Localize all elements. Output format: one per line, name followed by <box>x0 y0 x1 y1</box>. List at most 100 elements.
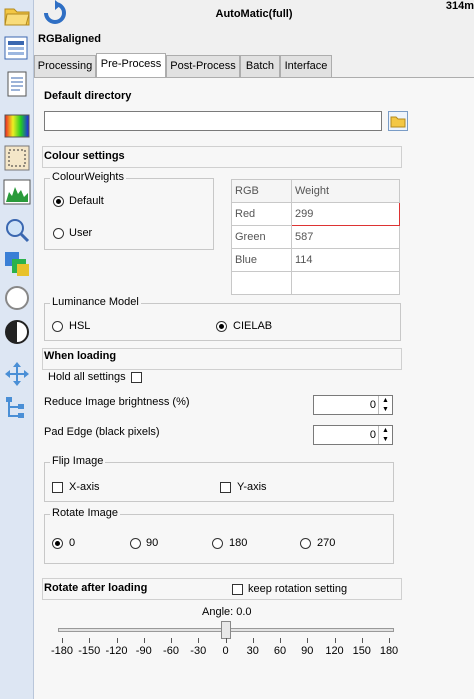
slider-tick-label: 30 <box>246 645 259 657</box>
pad-edge-stepper[interactable]: 0 ▲ ▼ <box>313 425 393 445</box>
hold-all-settings-label: Hold all settings <box>48 371 126 383</box>
spin-down-icon[interactable]: ▼ <box>379 435 392 444</box>
weights-default-label: Default <box>69 195 104 207</box>
left-toolbar <box>0 0 34 699</box>
colour-weights-label: ColourWeights <box>50 171 126 183</box>
slider-tick <box>280 638 281 643</box>
slider-tick <box>198 638 200 643</box>
circle-icon[interactable] <box>3 284 31 312</box>
window-title-right: 314m <box>445 0 474 12</box>
hold-all-settings-checkbox[interactable] <box>131 372 142 383</box>
select-rectangle-icon[interactable] <box>3 144 31 172</box>
color-gradient-icon[interactable] <box>3 112 31 140</box>
slider-tick-label: 150 <box>352 645 371 657</box>
luminance-cielab-radio[interactable] <box>216 321 227 332</box>
table-cell-weight[interactable]: 587 <box>291 225 400 249</box>
rotate-180-radio[interactable] <box>212 538 223 549</box>
spin-down-icon[interactable]: ▼ <box>379 405 392 414</box>
table-row: Blue 114 <box>231 248 400 272</box>
slider-tick-label: -180 <box>50 645 74 657</box>
folder-open-icon[interactable] <box>3 2 31 30</box>
rotate-90-radio[interactable] <box>130 538 141 549</box>
angle-label: Angle: 0.0 <box>202 606 252 618</box>
tab-processing[interactable]: Processing <box>34 55 96 77</box>
rotate-270-label: 270 <box>317 537 336 549</box>
slider-tick <box>171 638 172 643</box>
slider-tick-label: 120 <box>325 645 344 657</box>
default-directory-heading: Default directory <box>44 90 132 102</box>
table-cell-weight[interactable]: 114 <box>291 248 400 272</box>
slider-tick-label: 0 <box>222 645 229 657</box>
flip-y-checkbox[interactable] <box>220 482 231 493</box>
slider-tick <box>307 638 309 643</box>
keep-rotation-label: keep rotation setting <box>248 583 348 595</box>
flip-x-checkbox[interactable] <box>52 482 63 493</box>
browse-folder-button[interactable] <box>388 111 408 131</box>
slider-tick <box>252 638 254 643</box>
when-loading-heading: When loading <box>44 350 117 362</box>
slider-tick <box>62 638 63 643</box>
rotate-image-label: Rotate Image <box>50 507 121 519</box>
move-arrows-icon[interactable] <box>3 360 31 388</box>
tab-post-process[interactable]: Post-Process <box>166 55 240 77</box>
rotate-0-radio[interactable] <box>52 538 63 549</box>
pad-edge-label: Pad Edge (black pixels) <box>44 426 160 438</box>
folder-icon <box>390 116 406 128</box>
zoom-icon[interactable] <box>3 216 31 244</box>
spin-up-icon[interactable]: ▲ <box>379 426 392 435</box>
slider-tick <box>389 638 390 643</box>
rgb-weights-table: RGB Weight Red 299 Green 587 Blue 114 <box>231 179 400 295</box>
title-bar: AutoMatic(full) 314m <box>34 0 474 30</box>
table-header-rgb: RGB <box>231 179 292 203</box>
luminance-hsl-label: HSL <box>69 320 91 332</box>
table-header-weight: Weight <box>291 179 400 203</box>
rotate-90-label: 90 <box>146 537 159 549</box>
window-title: AutoMatic(full) <box>215 8 293 20</box>
rotate-0-label: 0 <box>69 537 76 549</box>
flip-y-label: Y-axis <box>237 481 267 493</box>
slider-tick <box>89 638 91 643</box>
flip-image-label: Flip Image <box>50 455 106 467</box>
reduce-brightness-value: 0 <box>369 399 376 411</box>
tree-icon[interactable] <box>3 394 31 422</box>
slider-tick <box>225 638 227 643</box>
slider-tick <box>116 638 118 643</box>
luminance-model-label: Luminance Model <box>50 296 141 308</box>
spin-up-icon[interactable]: ▲ <box>379 396 392 405</box>
colour-settings-heading: Colour settings <box>44 150 125 162</box>
table-cell-weight[interactable]: 299 <box>291 202 400 226</box>
tab-interface[interactable]: Interface <box>280 55 332 77</box>
weights-user-label: User <box>69 227 93 239</box>
pad-edge-value: 0 <box>369 429 376 441</box>
slider-tick-label: -30 <box>190 645 207 657</box>
slider-tick-label: 90 <box>301 645 314 657</box>
reduce-brightness-stepper[interactable]: 0 ▲ ▼ <box>313 395 393 415</box>
colour-weights-group <box>44 178 214 250</box>
reduce-brightness-label: Reduce Image brightness (%) <box>44 396 190 408</box>
contrast-icon[interactable] <box>3 318 31 346</box>
weights-default-radio[interactable] <box>53 196 64 207</box>
weights-user-radio[interactable] <box>53 228 64 239</box>
angle-slider-thumb[interactable] <box>220 621 231 639</box>
table-cell-channel: Green <box>231 225 292 249</box>
default-directory-input[interactable] <box>44 111 382 131</box>
tab-pre-process[interactable]: Pre-Process <box>96 53 166 77</box>
luminance-hsl-radio[interactable] <box>52 321 63 332</box>
color-layers-icon[interactable] <box>3 250 31 278</box>
slider-tick-label: -120 <box>105 645 128 657</box>
table-row: Green 587 <box>231 225 400 249</box>
slider-tick-label: -90 <box>135 645 152 657</box>
table-cell-channel: Blue <box>231 248 292 272</box>
rotate-after-loading-heading: Rotate after loading <box>44 582 148 594</box>
histogram-icon[interactable] <box>3 178 31 206</box>
slider-tick <box>143 638 145 643</box>
slider-tick-label: 60 <box>273 645 287 657</box>
rotate-180-label: 180 <box>229 537 248 549</box>
document-icon[interactable] <box>3 70 31 98</box>
keep-rotation-checkbox[interactable] <box>232 584 243 595</box>
rotate-270-radio[interactable] <box>300 538 311 549</box>
profile-name: RGBaligned <box>38 33 101 45</box>
tab-batch[interactable]: Batch <box>240 55 280 77</box>
slider-tick <box>334 638 336 643</box>
image-stack-icon[interactable] <box>3 34 31 62</box>
